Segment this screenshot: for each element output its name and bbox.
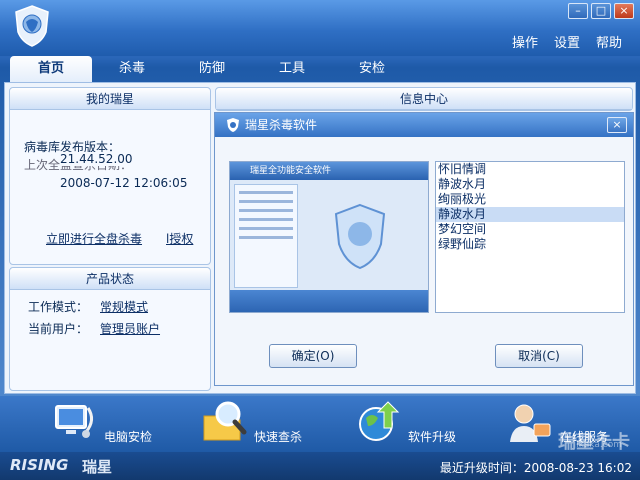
virus-db-version: 21.44.52.00 xyxy=(60,152,133,166)
preview-bottom-bar xyxy=(230,290,428,312)
authorize-link[interactable]: l授权 xyxy=(166,230,193,247)
menu-help[interactable]: 帮助 xyxy=(596,32,622,51)
support-person-icon xyxy=(510,404,551,442)
last-update-time: 最近升级时间：2008-08-23 16:02 xyxy=(439,461,632,475)
monitor-stethoscope-icon xyxy=(55,405,93,438)
preview-shield-icon xyxy=(334,203,386,270)
skin-dialog: 瑞星杀毒软件 × 瑞星全功能安全软件 怀旧情调 静波水月 绚丽极光 静波水月 梦… xyxy=(214,112,634,386)
quick-scan-button[interactable]: 快速查杀 xyxy=(200,398,310,450)
info-center-title: 信息中心 xyxy=(216,88,632,110)
status-bar: RISING 瑞星 最近升级时间：2008-08-23 16:02 xyxy=(0,452,640,480)
skin-item-selected[interactable]: 静波水月 xyxy=(436,207,624,222)
title-bar: – □ × 操作 设置 帮助 xyxy=(0,0,640,56)
skin-item[interactable]: 静波水月 xyxy=(436,177,624,192)
skin-preview: 瑞星全功能安全软件 xyxy=(229,161,429,313)
full-scan-link[interactable]: 立即进行全盘杀毒 xyxy=(46,230,142,247)
tab-home[interactable]: 首页 xyxy=(10,56,92,82)
skin-item[interactable]: 绚丽极光 xyxy=(436,192,624,207)
quick-scan-label: 快速查杀 xyxy=(254,430,303,444)
preview-title: 瑞星全功能安全软件 xyxy=(230,162,428,180)
info-center-panel: 信息中心 xyxy=(215,87,633,111)
preview-left-pane xyxy=(234,184,298,288)
upgrade-label: 软件升级 xyxy=(408,430,457,444)
pc-check-label: 电脑安检 xyxy=(104,430,153,444)
rising-brand-en: RISING xyxy=(10,456,69,474)
tab-antivirus[interactable]: 杀毒 xyxy=(92,56,172,82)
upgrade-button[interactable]: 软件升级 xyxy=(354,398,464,450)
close-button[interactable]: × xyxy=(614,3,634,19)
ok-button[interactable]: 确定(O) xyxy=(269,344,357,368)
rising-shield-icon xyxy=(227,118,239,132)
skin-item[interactable]: 绿野仙踪 xyxy=(436,237,624,252)
minimize-button[interactable]: – xyxy=(568,3,588,19)
skin-list[interactable]: 怀旧情调 静波水月 绚丽极光 静波水月 梦幻空间 绿野仙踪 xyxy=(435,161,625,313)
my-rising-panel: 我的瑞星 病毒库发布版本： 上次全盘查杀日期： 21.44.52.00 2008… xyxy=(9,87,211,265)
product-status-title: 产品状态 xyxy=(10,268,210,290)
tab-tools[interactable]: 工具 xyxy=(252,56,332,82)
top-menu: 操作 设置 帮助 xyxy=(512,32,622,51)
tab-defense[interactable]: 防御 xyxy=(172,56,252,82)
cancel-button[interactable]: 取消(C) xyxy=(495,344,583,368)
rising-antivirus-window: – □ × 操作 设置 帮助 首页 杀毒 防御 工具 安检 我的瑞星 病毒库发布… xyxy=(0,0,640,480)
dialog-close-button[interactable]: × xyxy=(607,117,627,133)
watermark-url: ikaka.com xyxy=(576,440,622,450)
work-mode-value[interactable]: 常规模式 xyxy=(100,298,148,315)
pc-check-button[interactable]: 电脑安检 xyxy=(50,398,160,450)
globe-arrow-icon xyxy=(359,401,400,441)
tab-security-check[interactable]: 安检 xyxy=(332,56,412,82)
dialog-title: 瑞星杀毒软件 xyxy=(245,118,318,132)
bottom-toolbar: 电脑安检 快速查杀 软件升级 在线服务 xyxy=(0,396,640,452)
skin-item[interactable]: 梦幻空间 xyxy=(436,222,624,237)
product-status-panel: 产品状态 工作模式： 常规模式 当前用户： 管理员账户 xyxy=(9,267,211,391)
current-user-value[interactable]: 管理员账户 xyxy=(100,320,160,337)
main-tabs: 首页 杀毒 防御 工具 安检 xyxy=(10,56,412,82)
dialog-title-bar: 瑞星杀毒软件 × xyxy=(215,113,633,137)
my-rising-title: 我的瑞星 xyxy=(10,88,210,110)
work-mode-label: 工作模式： xyxy=(28,300,89,314)
last-scan-date: 2008-07-12 12:06:05 xyxy=(60,176,188,190)
current-user-label: 当前用户： xyxy=(28,322,89,336)
rising-lion-logo-icon xyxy=(15,5,49,47)
rising-brand-cn: 瑞星 xyxy=(82,458,113,476)
maximize-button[interactable]: □ xyxy=(591,3,611,19)
folder-magnifier-icon xyxy=(203,401,247,441)
menu-settings[interactable]: 设置 xyxy=(554,32,580,51)
skin-item[interactable]: 怀旧情调 xyxy=(436,162,624,177)
window-controls: – □ × xyxy=(568,3,634,19)
menu-operate[interactable]: 操作 xyxy=(512,32,538,51)
